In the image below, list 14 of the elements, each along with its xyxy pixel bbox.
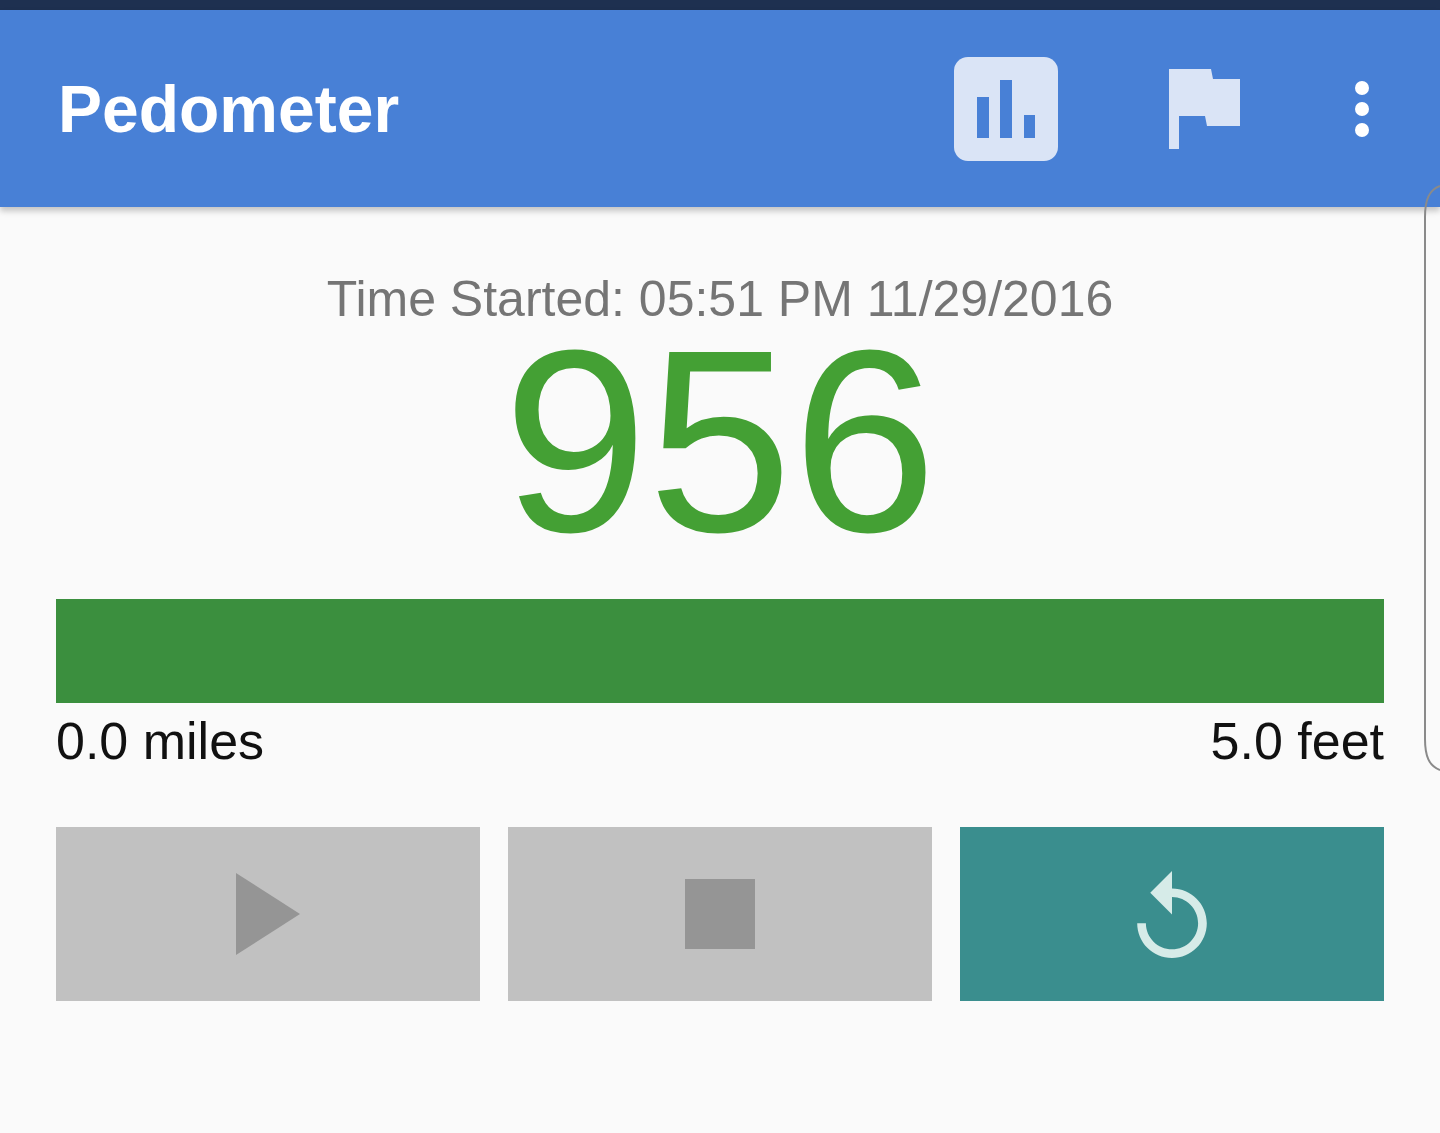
reset-button[interactable]	[960, 827, 1384, 1001]
distance-end-label: 5.0 feet	[1210, 715, 1384, 767]
edge-panel-handle[interactable]	[1422, 185, 1440, 771]
bar-chart-icon	[977, 79, 1035, 138]
app-title: Pedometer	[58, 75, 400, 142]
chart-button[interactable]	[954, 56, 1058, 161]
replay-icon	[1137, 870, 1207, 958]
flag-icon	[1169, 68, 1240, 149]
distance-start-label: 0.0 miles	[56, 715, 265, 767]
more-options-button[interactable]	[1355, 80, 1369, 137]
more-options-icon	[1355, 80, 1369, 137]
play-icon	[236, 873, 300, 955]
stop-icon	[685, 879, 755, 949]
flag-button[interactable]	[1169, 68, 1240, 149]
